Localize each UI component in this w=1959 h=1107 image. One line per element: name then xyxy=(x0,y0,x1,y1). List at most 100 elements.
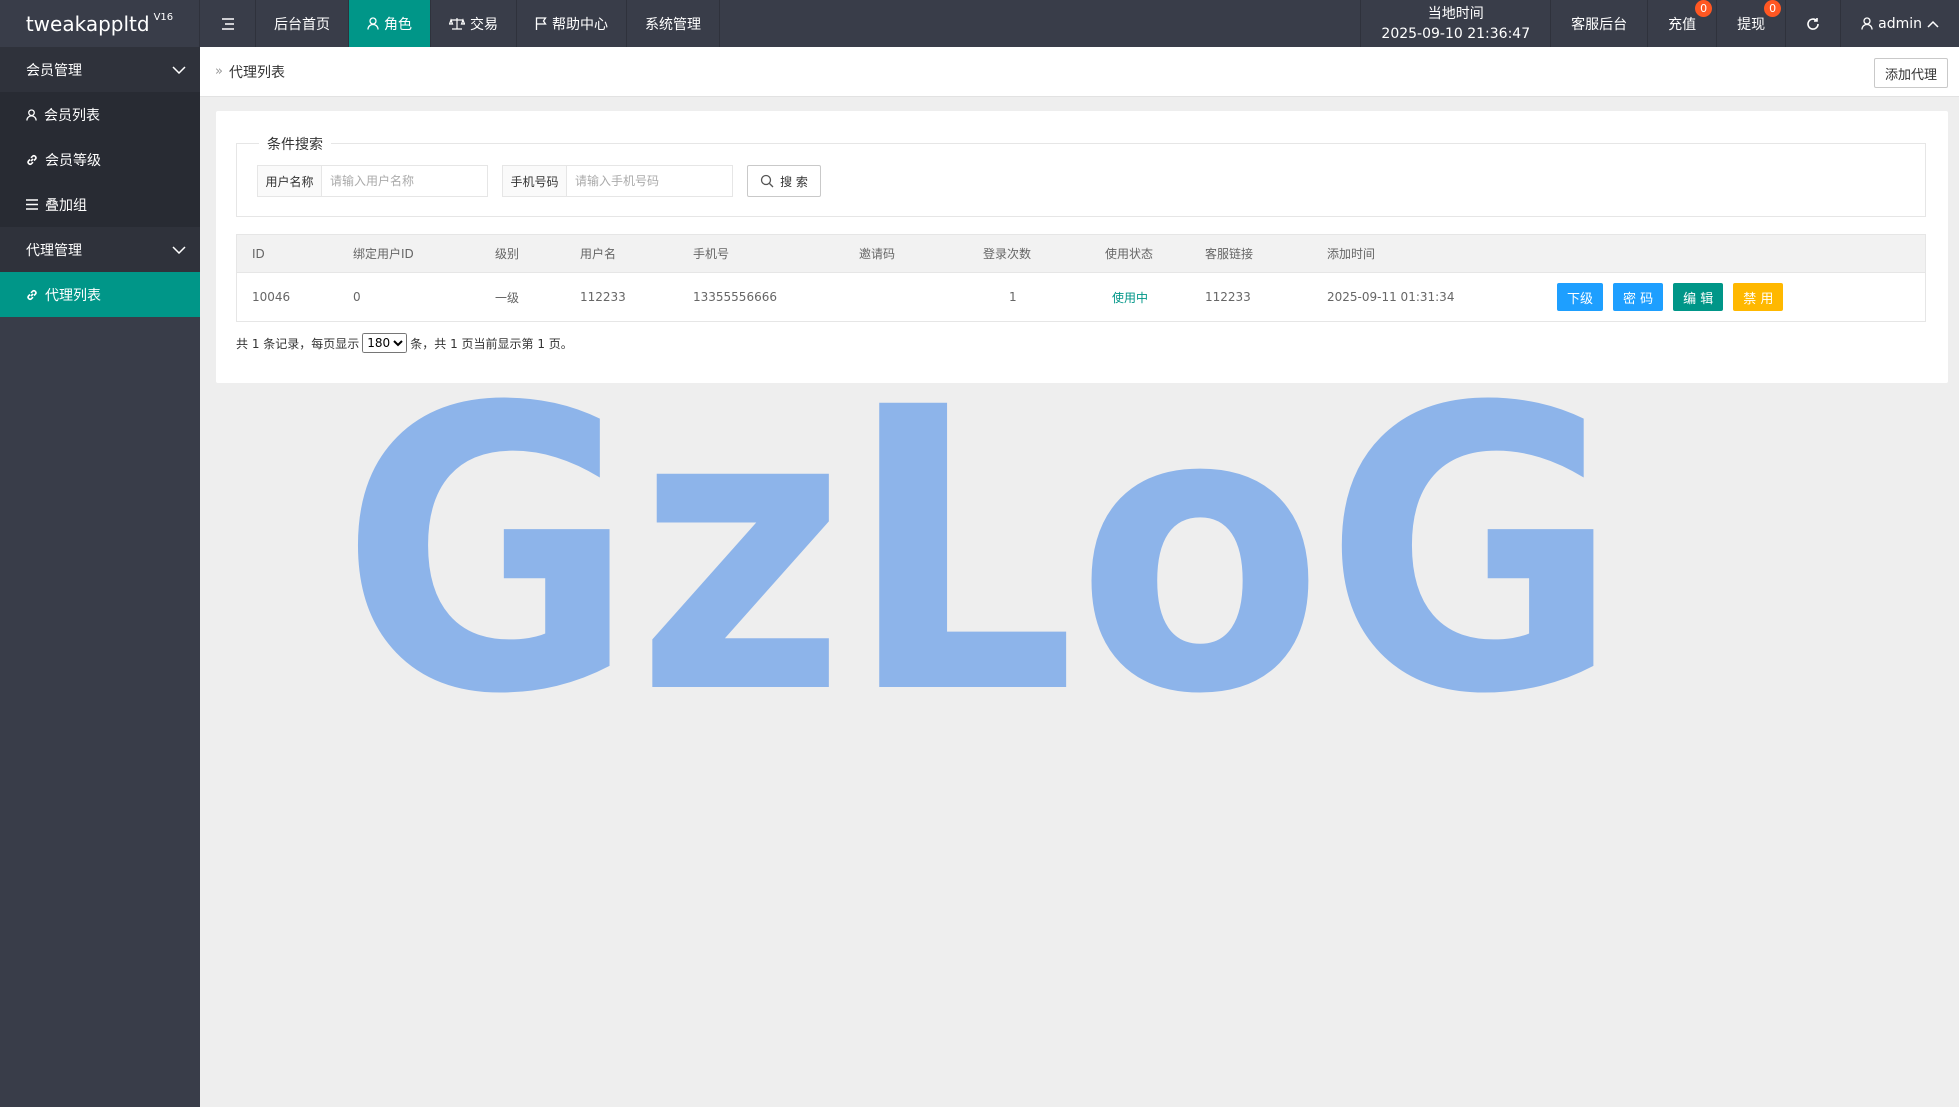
double-chevron-right-icon: » xyxy=(215,64,223,79)
pager-suffix: 条，共 1 页当前显示第 1 页。 xyxy=(410,336,573,351)
menu-toggle-button[interactable] xyxy=(200,0,256,47)
col-phone: 手机号 xyxy=(693,247,730,261)
sidebar-item-agent-list[interactable]: 代理列表 xyxy=(0,272,200,317)
col-added-time: 添加时间 xyxy=(1327,247,1376,261)
agent-table: ID 绑定用户ID 级别 用户名 手机号 邀请码 登录次数 使用状态 客服链接 … xyxy=(236,234,1926,322)
nav-item-help[interactable]: 帮助中心 xyxy=(517,0,627,47)
nav-item-trade[interactable]: 交易 xyxy=(431,0,517,47)
app-logo[interactable]: tweakappltd V16 xyxy=(0,0,200,47)
cell-bind-user-id: 0 xyxy=(353,290,361,304)
cell-phone: 13355556666 xyxy=(693,290,777,304)
sidebar: 会员管理 会员列表 会员等级 叠加组 代理管理 代理列表 xyxy=(0,47,200,1107)
service-backend-label: 客服后台 xyxy=(1571,16,1628,33)
withdraw-badge: 0 xyxy=(1764,0,1782,17)
search-legend: 条件搜索 xyxy=(259,134,331,154)
username-field: 用户名称 xyxy=(257,165,488,197)
sidebar-group-agent[interactable]: 代理管理 xyxy=(0,227,200,272)
cell-username: 112233 xyxy=(580,290,626,304)
local-time-label: 当地时间 xyxy=(1427,5,1484,22)
nav-item-system[interactable]: 系统管理 xyxy=(627,0,720,47)
col-status: 使用状态 xyxy=(1105,247,1154,261)
cell-added-time: 2025-09-11 01:31:34 xyxy=(1327,290,1455,304)
flag-icon xyxy=(535,17,547,30)
col-invite-code: 邀请码 xyxy=(859,247,896,261)
nav-item-label: 后台首页 xyxy=(274,16,330,33)
table-row: 10046 0 一级 112233 13355556666 1 使用中 1122… xyxy=(237,273,1925,321)
user-menu[interactable]: admin xyxy=(1840,0,1959,47)
refresh-button[interactable] xyxy=(1785,0,1840,47)
sidebar-item-label: 会员列表 xyxy=(44,107,100,124)
agent-panel: 条件搜索 用户名称 手机号码 搜 索 ID 绑定用户ID 级别 用户名 手机号 … xyxy=(216,111,1948,383)
phone-field: 手机号码 xyxy=(502,165,733,197)
chevron-down-icon xyxy=(172,245,186,254)
cell-service-link: 112233 xyxy=(1205,290,1251,304)
search-fieldset: 条件搜索 用户名称 手机号码 搜 索 xyxy=(236,134,1926,217)
withdraw-label: 提现 xyxy=(1737,16,1766,33)
username-label: 用户名称 xyxy=(258,166,322,196)
nav-item-role[interactable]: 角色 xyxy=(349,0,431,47)
page-size-select[interactable]: 180 xyxy=(362,333,408,353)
sidebar-item-member-level[interactable]: 会员等级 xyxy=(0,137,200,182)
recharge-link[interactable]: 充值 0 xyxy=(1647,0,1716,47)
nav-item-label: 帮助中心 xyxy=(552,16,608,33)
disable-button[interactable]: 禁 用 xyxy=(1733,283,1784,311)
app-title: tweakappltd xyxy=(25,11,150,36)
service-backend-link[interactable]: 客服后台 xyxy=(1550,0,1647,47)
col-id: ID xyxy=(252,246,265,261)
recharge-badge: 0 xyxy=(1695,0,1713,17)
sidebar-item-label: 会员等级 xyxy=(45,152,101,169)
nav-item-label: 交易 xyxy=(470,16,498,33)
app-version: V16 xyxy=(153,12,174,23)
local-time-value: 2025-09-10 21:36:47 xyxy=(1381,25,1531,42)
col-bind-user-id: 绑定用户ID xyxy=(353,247,414,261)
cell-status: 使用中 xyxy=(1112,290,1149,305)
list-icon xyxy=(26,199,38,210)
col-username: 用户名 xyxy=(580,247,617,261)
col-level: 级别 xyxy=(495,247,520,261)
cell-login-count: 1 xyxy=(1009,290,1017,304)
phone-label: 手机号码 xyxy=(503,166,567,196)
add-agent-button[interactable]: 添加代理 xyxy=(1873,58,1948,88)
user-icon xyxy=(367,17,379,30)
sidebar-item-label: 叠加组 xyxy=(45,197,87,214)
search-button[interactable]: 搜 索 xyxy=(747,165,821,197)
user-name: admin xyxy=(1878,15,1922,32)
breadcrumb-bar: » 代理列表 添加代理 xyxy=(200,47,1959,97)
link-icon xyxy=(27,289,37,300)
table-header: ID 绑定用户ID 级别 用户名 手机号 邀请码 登录次数 使用状态 客服链接 … xyxy=(237,235,1925,273)
search-button-label: 搜 索 xyxy=(780,174,808,189)
link-icon xyxy=(27,154,37,165)
subordinate-button[interactable]: 下级 xyxy=(1557,283,1604,311)
watermark-logo: GzLoG xyxy=(340,390,1620,700)
watermark-text: GzLoG xyxy=(340,390,1620,700)
phone-input[interactable] xyxy=(567,166,732,196)
nav-item-label: 系统管理 xyxy=(645,16,701,33)
top-bar: tweakappltd V16 后台首页 角色 交易 帮助中心 系统管理 当地时间… xyxy=(0,0,1959,47)
sidebar-item-member-list[interactable]: 会员列表 xyxy=(0,92,200,137)
withdraw-link[interactable]: 提现 0 xyxy=(1716,0,1785,47)
sidebar-item-stack-group[interactable]: 叠加组 xyxy=(0,182,200,227)
scale-icon xyxy=(449,18,465,30)
search-icon xyxy=(760,174,774,188)
recharge-label: 充值 xyxy=(1668,16,1697,33)
sidebar-group-member[interactable]: 会员管理 xyxy=(0,47,200,92)
username-input[interactable] xyxy=(322,166,487,196)
cell-id: 10046 xyxy=(252,290,291,304)
nav-item-home[interactable]: 后台首页 xyxy=(256,0,349,47)
sidebar-group-label: 代理管理 xyxy=(26,242,82,259)
local-time: 当地时间 2025-09-10 21:36:47 xyxy=(1360,0,1550,47)
nav-item-label: 角色 xyxy=(384,16,412,33)
menu-icon xyxy=(221,17,234,30)
col-service-link: 客服链接 xyxy=(1205,247,1254,261)
breadcrumb: » 代理列表 xyxy=(215,62,285,82)
edit-button[interactable]: 编 辑 xyxy=(1673,283,1724,311)
col-login-count: 登录次数 xyxy=(983,247,1032,261)
cell-level: 一级 xyxy=(495,290,520,305)
pager-prefix: 共 1 条记录，每页显示 xyxy=(236,336,360,351)
chevron-up-icon xyxy=(1927,20,1939,28)
sidebar-group-label: 会员管理 xyxy=(26,62,82,79)
password-button[interactable]: 密 码 xyxy=(1613,283,1664,311)
sidebar-item-label: 代理列表 xyxy=(45,287,101,304)
breadcrumb-current: 代理列表 xyxy=(228,64,285,81)
chevron-down-icon xyxy=(172,65,186,74)
